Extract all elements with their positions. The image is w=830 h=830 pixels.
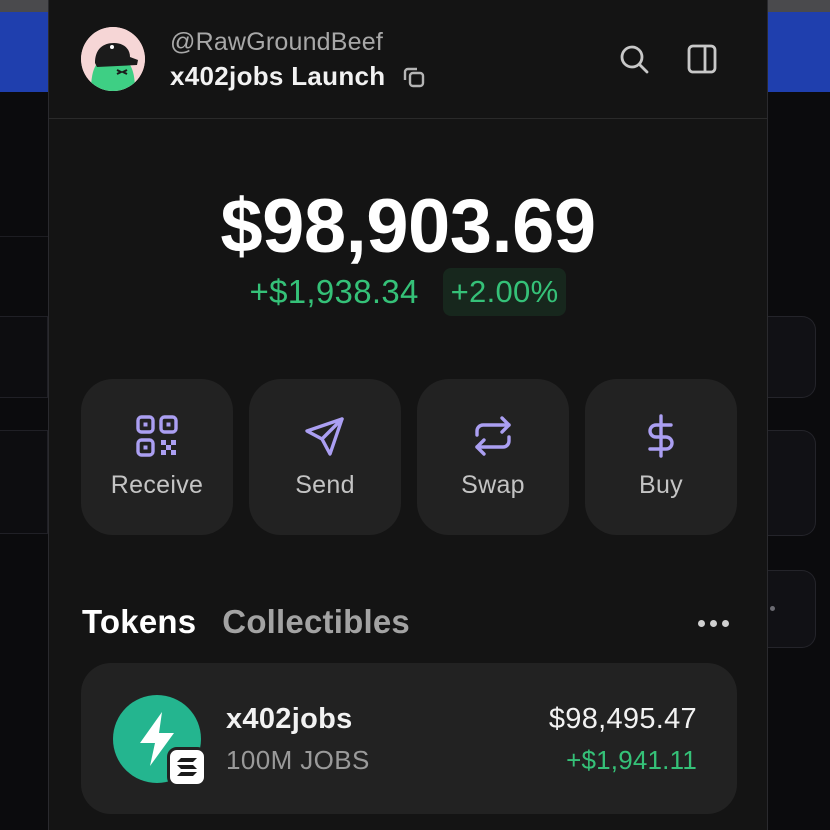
send-button[interactable]: Send [249, 379, 401, 535]
swap-icon [470, 413, 516, 459]
background-card [0, 430, 48, 534]
balance-change: +$1,938.34 +2.00% [49, 268, 767, 316]
more-options-icon[interactable] [673, 600, 753, 646]
buy-label: Buy [639, 471, 683, 499]
more-dot [709, 619, 717, 627]
action-buttons: Receive Send Swap Buy [81, 379, 737, 535]
background-card [768, 570, 816, 648]
send-icon [302, 413, 348, 459]
wallet-header: @RawGroundBeef x402jobs Launch [49, 0, 767, 119]
background-card [768, 430, 816, 536]
account-name: x402jobs Launch [170, 61, 386, 91]
search-icon[interactable] [615, 40, 653, 78]
account-selector[interactable]: x402jobs Launch [170, 61, 429, 92]
account-handle: @RawGroundBeef [170, 28, 384, 56]
balance-change-amount: +$1,938.34 [249, 273, 419, 310]
token-change: +$1,941.11 [566, 745, 697, 775]
more-dot [697, 619, 705, 627]
background-card [0, 316, 48, 398]
buy-button[interactable]: Buy [585, 379, 737, 535]
token-row[interactable]: x402jobs 100M JOBS $98,495.47 +$1,941.11 [81, 663, 737, 814]
swap-label: Swap [461, 471, 525, 499]
balance-change-percent: +2.00% [442, 268, 567, 316]
receive-label: Receive [110, 471, 204, 499]
token-amount: 100M JOBS [226, 745, 370, 775]
tab-tokens[interactable]: Tokens [82, 603, 196, 641]
send-label: Send [295, 471, 355, 499]
background-divider [0, 236, 48, 237]
qr-code-icon [134, 413, 180, 459]
solana-icon [167, 747, 207, 787]
copy-icon[interactable] [399, 62, 429, 92]
avatar-character-icon[interactable] [81, 27, 145, 91]
background-dot [770, 606, 775, 611]
receive-button[interactable]: Receive [81, 379, 233, 535]
total-balance: $98,903.69 [220, 184, 596, 269]
dollar-icon [638, 413, 684, 459]
token-name: x402jobs [226, 703, 353, 735]
token-value: $98,495.47 [548, 703, 697, 735]
asset-tabs: Tokens Collectibles [82, 603, 410, 641]
more-dot [721, 619, 729, 627]
background-card [768, 316, 816, 398]
sidebar-toggle-icon[interactable] [683, 40, 721, 78]
tab-collectibles[interactable]: Collectibles [222, 603, 410, 641]
swap-button[interactable]: Swap [417, 379, 569, 535]
wallet-popup: @RawGroundBeef x402jobs Launch $98,903.6 [48, 0, 768, 830]
